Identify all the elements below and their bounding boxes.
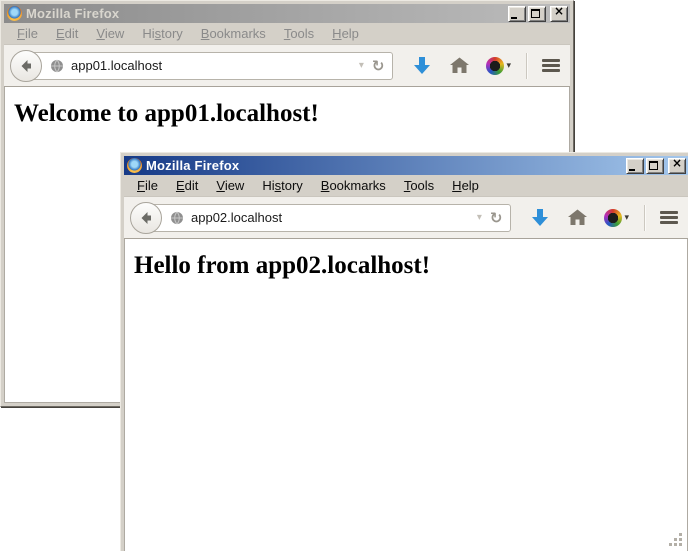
menu-tools[interactable]: Tools bbox=[275, 24, 323, 43]
reload-icon[interactable]: ↻ bbox=[488, 209, 511, 227]
url-bar[interactable]: app01.localhost ▾ ↻ bbox=[27, 52, 393, 80]
addon-button[interactable]: ▾ bbox=[486, 57, 511, 75]
page-heading: Welcome to app01.localhost! bbox=[14, 100, 569, 128]
url-dropdown-icon[interactable]: ▾ bbox=[353, 60, 370, 71]
url-text[interactable]: app02.localhost bbox=[191, 210, 471, 225]
minimize-button[interactable] bbox=[508, 6, 526, 22]
menu-help[interactable]: Help bbox=[443, 176, 488, 195]
chevron-down-icon: ▾ bbox=[506, 60, 511, 71]
menu-bar: File Edit View History Bookmarks Tools H… bbox=[124, 175, 688, 196]
firefox-icon bbox=[7, 6, 22, 21]
toolbar-separator bbox=[526, 53, 528, 79]
back-button[interactable] bbox=[130, 202, 162, 234]
maximize-button[interactable] bbox=[646, 158, 664, 174]
color-wheel-icon bbox=[486, 57, 504, 75]
download-button[interactable] bbox=[413, 56, 431, 76]
minimize-icon bbox=[511, 17, 517, 19]
close-button[interactable] bbox=[668, 158, 686, 174]
minimize-icon bbox=[629, 169, 635, 171]
hamburger-menu-button[interactable] bbox=[660, 211, 678, 224]
globe-icon bbox=[50, 59, 64, 73]
color-wheel-icon bbox=[604, 209, 622, 227]
close-button[interactable] bbox=[550, 6, 568, 22]
download-arrow-icon bbox=[413, 56, 431, 76]
menu-file[interactable]: File bbox=[128, 176, 167, 195]
download-button[interactable] bbox=[531, 208, 549, 228]
title-bar[interactable]: Mozilla Firefox bbox=[124, 156, 688, 175]
toolbar-separator bbox=[644, 205, 646, 231]
chevron-down-icon: ▾ bbox=[624, 212, 629, 223]
menu-view[interactable]: View bbox=[207, 176, 253, 195]
hamburger-menu-button[interactable] bbox=[542, 59, 560, 72]
download-arrow-icon bbox=[531, 208, 549, 228]
addon-button[interactable]: ▾ bbox=[604, 209, 629, 227]
back-button[interactable] bbox=[10, 50, 42, 82]
url-dropdown-icon[interactable]: ▾ bbox=[471, 212, 488, 223]
home-button[interactable] bbox=[568, 209, 587, 226]
globe-icon bbox=[170, 211, 184, 225]
navigation-toolbar: app01.localhost ▾ ↻ ▾ bbox=[4, 44, 570, 87]
menu-help[interactable]: Help bbox=[323, 24, 368, 43]
maximize-icon bbox=[531, 9, 540, 18]
home-icon bbox=[568, 209, 587, 226]
resize-grip[interactable] bbox=[668, 532, 684, 548]
menu-edit[interactable]: Edit bbox=[47, 24, 87, 43]
menu-file[interactable]: File bbox=[8, 24, 47, 43]
browser-window-app02: Mozilla Firefox File Edit View History B… bbox=[120, 152, 688, 551]
page-heading: Hello from app02.localhost! bbox=[134, 252, 687, 280]
window-controls bbox=[626, 158, 686, 174]
window-controls bbox=[508, 6, 568, 22]
home-icon bbox=[450, 57, 469, 74]
menu-history[interactable]: History bbox=[253, 176, 311, 195]
menu-bookmarks[interactable]: Bookmarks bbox=[312, 176, 395, 195]
back-arrow-icon bbox=[138, 210, 154, 226]
url-text[interactable]: app01.localhost bbox=[71, 58, 353, 73]
minimize-button[interactable] bbox=[626, 158, 644, 174]
title-bar[interactable]: Mozilla Firefox bbox=[4, 4, 570, 23]
page-content: Hello from app02.localhost! bbox=[124, 239, 688, 551]
menu-bar: File Edit View History Bookmarks Tools H… bbox=[4, 23, 570, 44]
maximize-icon bbox=[649, 161, 658, 170]
home-button[interactable] bbox=[450, 57, 469, 74]
menu-edit[interactable]: Edit bbox=[167, 176, 207, 195]
url-bar[interactable]: app02.localhost ▾ ↻ bbox=[147, 204, 511, 232]
back-arrow-icon bbox=[18, 58, 34, 74]
menu-tools[interactable]: Tools bbox=[395, 176, 443, 195]
menu-bookmarks[interactable]: Bookmarks bbox=[192, 24, 275, 43]
window-title: Mozilla Firefox bbox=[146, 158, 622, 173]
desktop: Mozilla Firefox File Edit View History B… bbox=[0, 0, 688, 551]
window-title: Mozilla Firefox bbox=[26, 6, 504, 21]
menu-history[interactable]: History bbox=[133, 24, 191, 43]
maximize-button[interactable] bbox=[528, 6, 546, 22]
reload-icon[interactable]: ↻ bbox=[370, 57, 393, 75]
menu-view[interactable]: View bbox=[87, 24, 133, 43]
firefox-icon bbox=[127, 158, 142, 173]
navigation-toolbar: app02.localhost ▾ ↻ ▾ bbox=[124, 196, 688, 239]
